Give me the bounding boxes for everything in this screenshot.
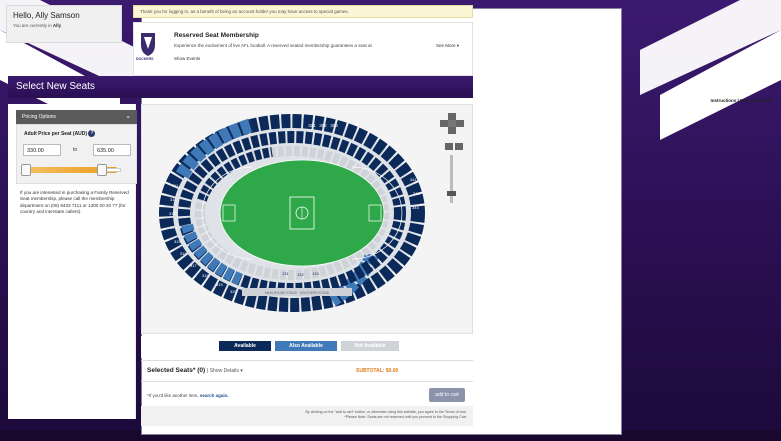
login-notice: Thank you for logging in, as a benefit o…	[133, 5, 473, 18]
legend-available: Available	[219, 341, 271, 351]
section-label-left-2: 312	[170, 197, 177, 202]
section-label-top-2: 302	[319, 123, 327, 128]
promo-card: DOCKERS Reserved Seat Membership Experie…	[133, 22, 473, 76]
section-label-left-9: 319	[216, 282, 223, 287]
chevron-down-icon: ⌄	[125, 113, 131, 120]
search-again-link[interactable]: search again.	[200, 393, 229, 398]
selected-seats-label: Selected Seats* (0) | Show Details ▾	[147, 367, 243, 374]
search-again-row: *If you'd like another item, search agai…	[141, 384, 473, 406]
section-label-right-3: 343	[412, 205, 419, 210]
see-more-link[interactable]: See More ▾	[436, 43, 459, 49]
section-label-bottom-1: 131	[282, 271, 289, 276]
min-price-input[interactable]: 330.00	[23, 144, 61, 156]
map-zoom-buttons[interactable]	[445, 143, 463, 150]
subtotal: SUBTOTAL: $0.00	[356, 368, 399, 374]
section-label-bottom-2: 132	[297, 272, 304, 277]
promo-description: Experience the excitement of live AFL fo…	[174, 43, 372, 48]
section-label-left-7: 317	[190, 263, 197, 268]
pricing-options-toggle[interactable]: Pricing Options ⌄	[16, 110, 137, 124]
max-price-input[interactable]: 635.00	[93, 144, 131, 156]
section-label-right-2: 342	[413, 191, 420, 196]
account-greeting: Hello, Ally Samson You are currently in …	[6, 5, 122, 43]
price-slider-min-handle[interactable]	[21, 164, 31, 176]
section-label-left-5: 315	[174, 239, 181, 244]
help-icon[interactable]: ?	[88, 130, 96, 137]
show-details-link[interactable]: | Show Details ▾	[207, 368, 243, 374]
greeting-text: Hello, Ally Samson	[13, 11, 80, 20]
zoom-slider-handle[interactable]	[447, 191, 456, 196]
section-title: Select New Seats	[16, 81, 95, 92]
reservation-note: *Please Note: Seats are not reserved unt…	[344, 415, 467, 420]
section-label-left-10: 320	[230, 289, 237, 294]
selected-seats-bar: Selected Seats* (0) | Show Details ▾ SUB…	[141, 360, 473, 382]
section-label-top-1: 301	[308, 123, 316, 128]
section-label-left-4: 314	[170, 225, 177, 230]
section-label-top-3: 303	[330, 123, 338, 128]
add-to-cart-button[interactable]: add to cart	[429, 388, 465, 402]
price-to-label: to	[73, 147, 78, 153]
section-label-left-6: 316	[180, 251, 187, 256]
show-events-link[interactable]: Show Events	[174, 56, 200, 61]
section-label-bottom-3: 133	[312, 271, 319, 276]
club-logo-text: DOCKERS	[136, 57, 154, 61]
map-pan-controls[interactable]	[440, 113, 464, 134]
price-slider-max-handle[interactable]	[97, 164, 108, 176]
southern-stand-label: MAIN ROUND STAND · SOUTHERN STAND	[265, 291, 330, 295]
stadium-map[interactable]: 301 302 303 311 312 313 314 315 316 317 …	[141, 104, 473, 334]
price-filter: Adult Price per Seat (AUD) ? 330.00 to 6…	[16, 124, 137, 184]
promo-title: Reserved Seat Membership	[174, 32, 259, 39]
section-label-right-1: 341	[410, 177, 417, 182]
section-header: Select New Seats	[8, 76, 473, 98]
section-label-left-8: 318	[202, 273, 209, 278]
price-label: Adult Price per Seat (AUD) ?	[24, 130, 96, 137]
seat-legend: Available Also Available Not Available	[141, 336, 473, 358]
fine-print: By clicking on the "add to cart" button,…	[141, 406, 473, 426]
section-label-left-1: 311	[172, 183, 179, 188]
legend-not-available: Not Available	[341, 341, 399, 351]
stadium-seat-map[interactable]: 301 302 303 311 312 313 314 315 316 317 …	[142, 105, 474, 335]
club-logo-icon	[141, 33, 155, 56]
instructions-links[interactable]: Instructions | Map Disclaimer	[710, 98, 773, 103]
chevron-down-icon: ▾	[456, 43, 460, 48]
legend-also-available: Also Available	[275, 341, 337, 351]
current-account-text: You are currently in Ally	[13, 23, 62, 28]
search-again-text: *If you'd like another item, search agai…	[147, 393, 229, 398]
family-membership-note: If you are interested in purchasing a Fa…	[20, 190, 129, 215]
section-label-left-3: 313	[169, 211, 176, 216]
